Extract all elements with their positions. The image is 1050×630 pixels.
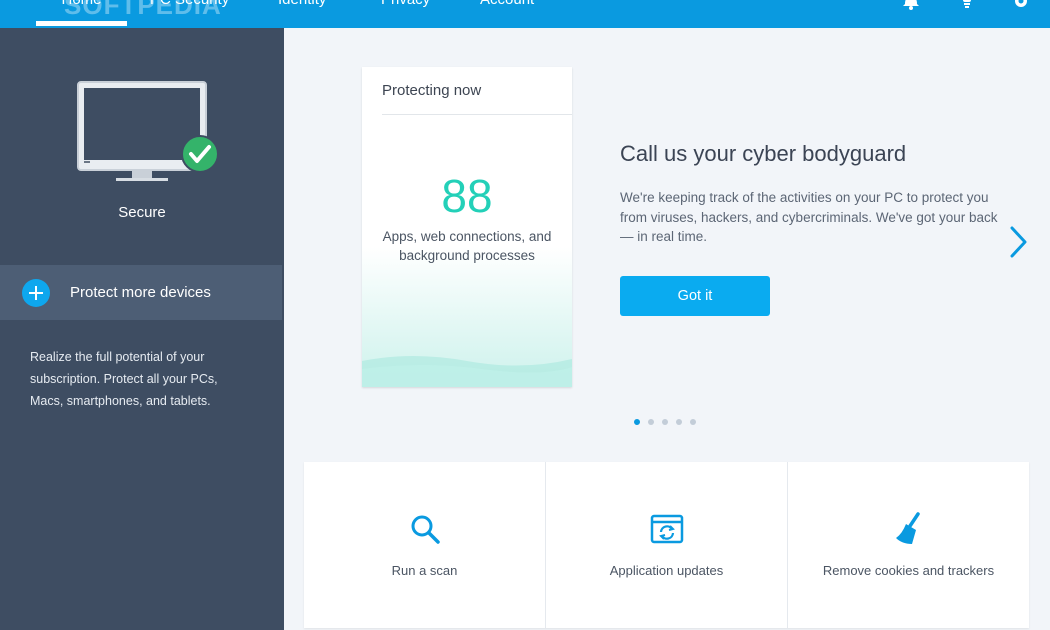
- chevron-right-icon[interactable]: [1008, 224, 1030, 260]
- application-updates-tile[interactable]: Application updates: [546, 462, 788, 628]
- carousel-headline: Call us your cyber bodyguard: [620, 141, 907, 166]
- carousel-pagination: [634, 419, 696, 425]
- carousel-dot[interactable]: [634, 419, 640, 425]
- sidebar: Secure Protect more devices Realize the …: [0, 28, 284, 630]
- remove-cookies-label: Remove cookies and trackers: [822, 563, 995, 578]
- run-scan-tile[interactable]: Run a scan: [304, 462, 546, 628]
- carousel-dot[interactable]: [676, 419, 682, 425]
- broom-icon: [895, 512, 920, 544]
- nav-tab-identity[interactable]: Identity: [278, 0, 326, 20]
- protecting-now-card: Protecting now 88 Apps, web connections,…: [362, 67, 572, 387]
- gear-icon[interactable]: [1012, 0, 1030, 10]
- lightbulb-icon[interactable]: [958, 0, 976, 10]
- nav-tab-pc-security[interactable]: PC Security: [150, 0, 229, 20]
- got-it-button[interactable]: Got it: [620, 276, 770, 316]
- nav-tab-account[interactable]: Account: [480, 0, 534, 20]
- carousel-body: We're keeping track of the activities on…: [620, 190, 998, 244]
- protect-more-devices-label: Protect more devices: [70, 284, 211, 301]
- card-divider: [382, 114, 572, 115]
- app-update-icon: [650, 514, 683, 544]
- card-title: Protecting now: [382, 82, 482, 99]
- nav-tab-privacy[interactable]: Privacy: [381, 0, 430, 20]
- application-updates-label: Application updates: [609, 563, 724, 578]
- carousel-dot[interactable]: [690, 419, 696, 425]
- search-icon: [411, 515, 440, 544]
- sidebar-description: Realize the full potential of your subsc…: [30, 350, 218, 408]
- protect-more-devices-button[interactable]: Protect more devices: [0, 265, 282, 320]
- wave-decoration: [362, 356, 572, 387]
- bell-icon[interactable]: [902, 0, 920, 10]
- monitor-secure-icon: [77, 81, 219, 181]
- carousel-dot[interactable]: [662, 419, 668, 425]
- quick-actions: Run a scan Application updates Remove co…: [304, 462, 1029, 628]
- remove-cookies-tile[interactable]: Remove cookies and trackers: [788, 462, 1029, 628]
- security-status-label: Secure: [118, 204, 166, 221]
- plus-icon: [22, 278, 50, 307]
- active-tab-indicator: [36, 21, 127, 26]
- carousel-dot[interactable]: [648, 419, 654, 425]
- protected-items-count: 88: [441, 170, 493, 222]
- card-description: Apps, web connections, and background pr…: [382, 229, 552, 263]
- top-nav-bar: Home SOFTPEDIA PC Security Identity Priv…: [0, 0, 1050, 28]
- run-scan-label: Run a scan: [391, 563, 458, 578]
